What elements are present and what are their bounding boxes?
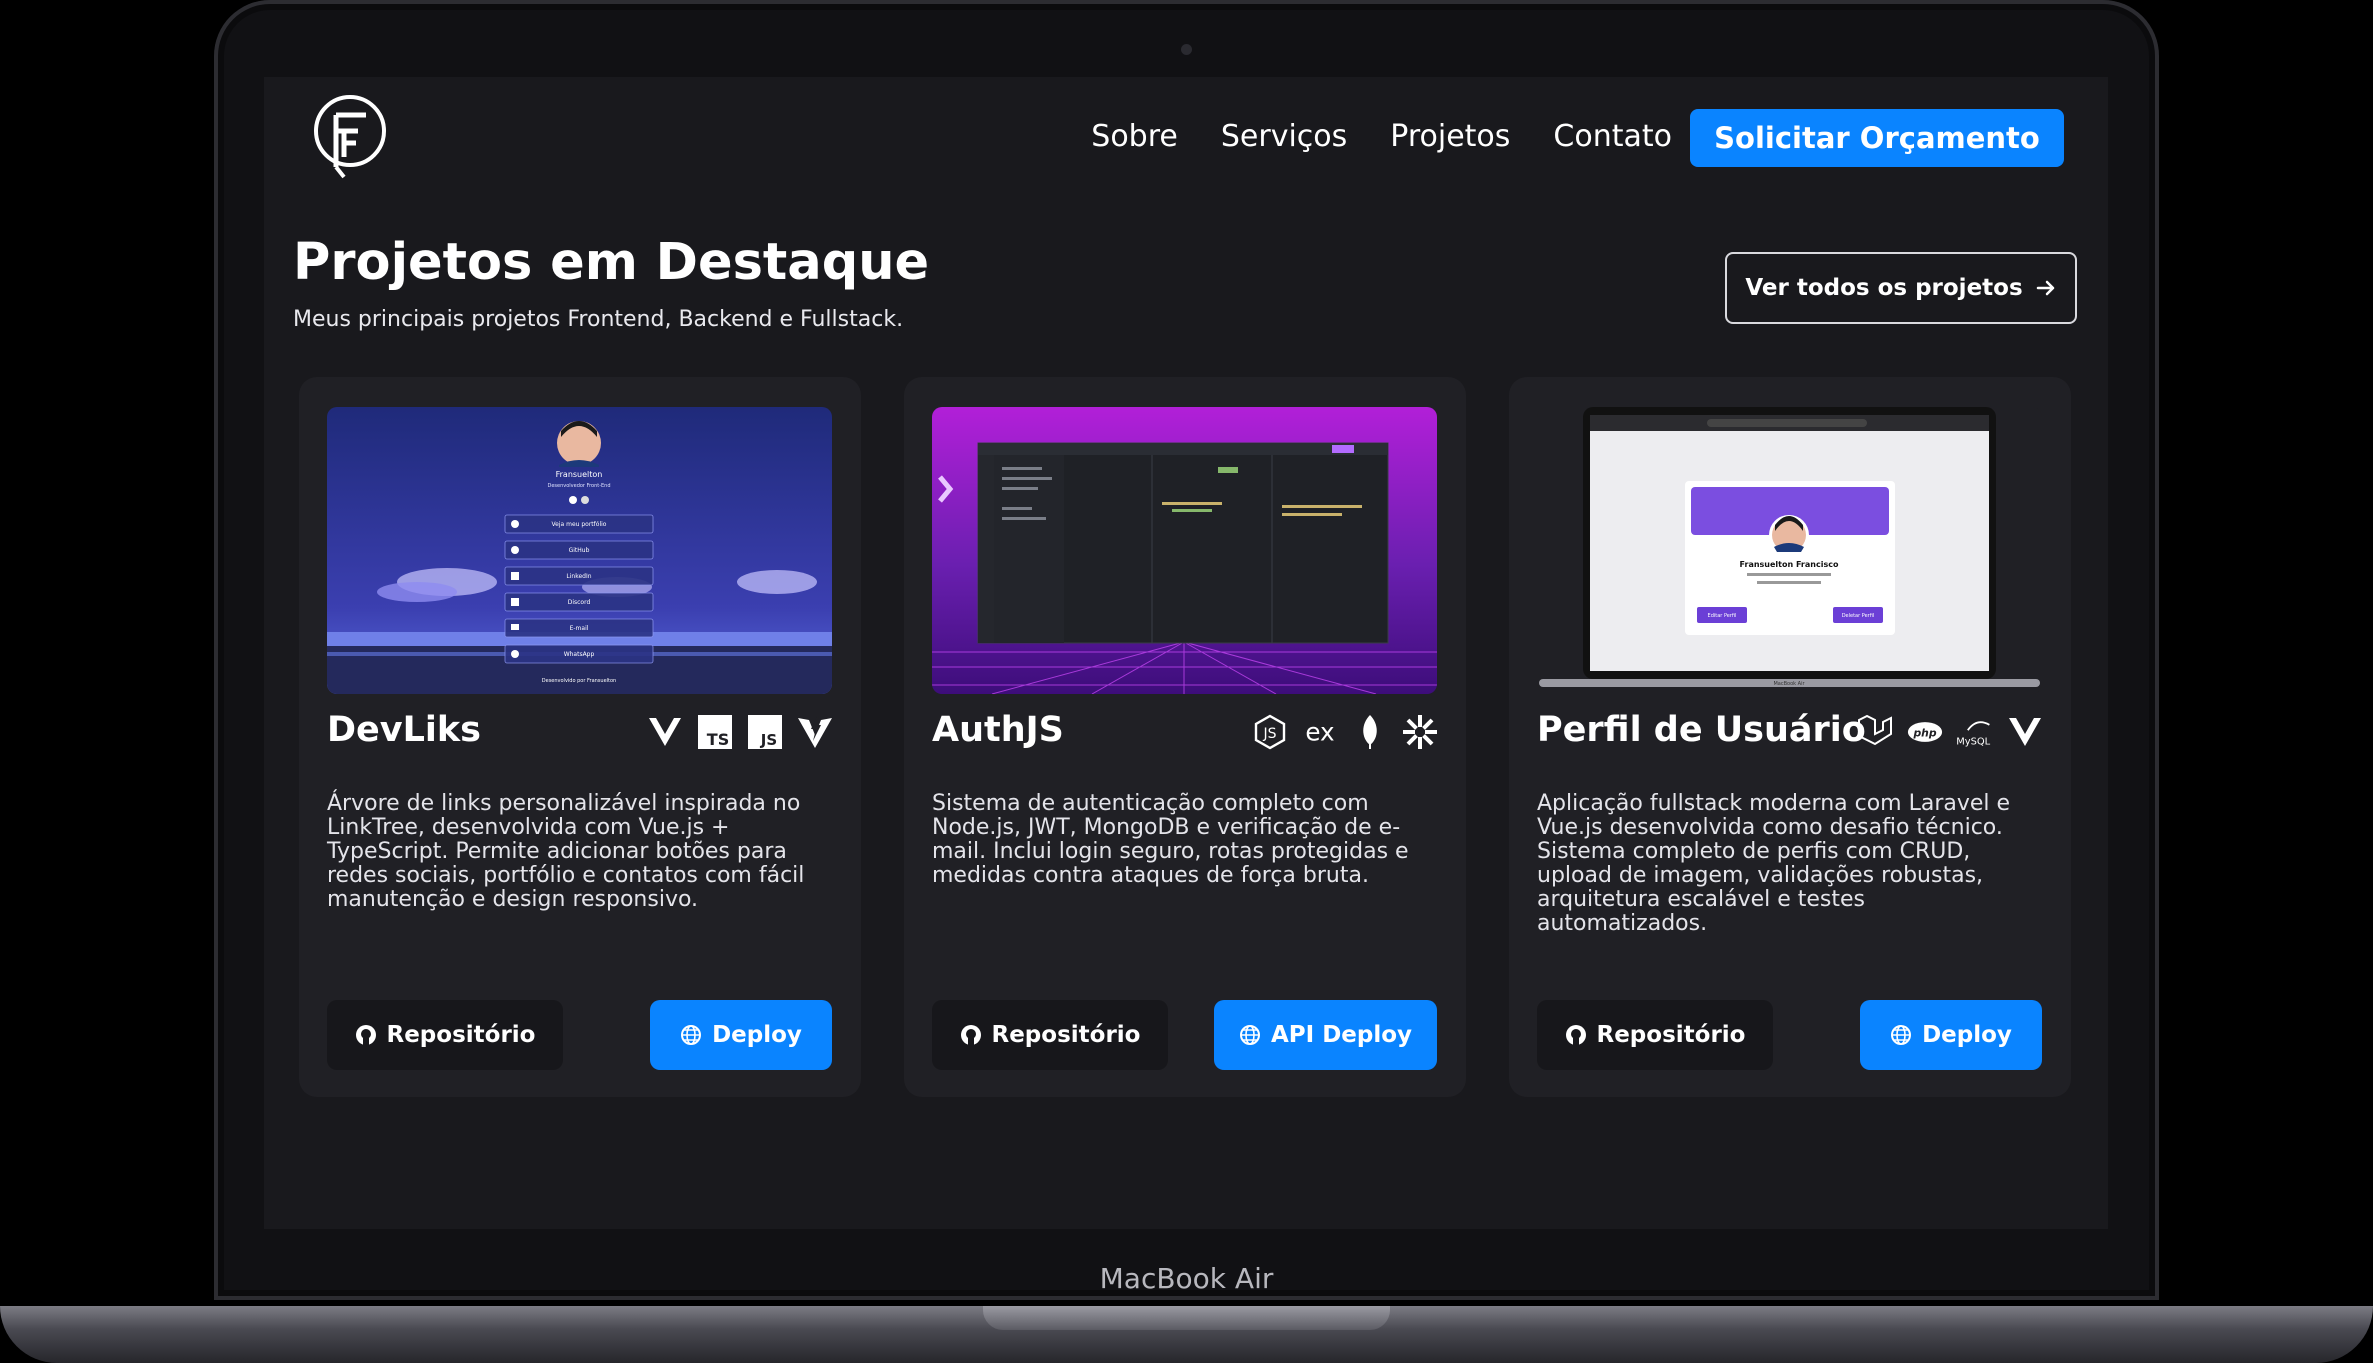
- svg-text:Fransuelton: Fransuelton: [556, 470, 603, 479]
- svg-text:Veja meu portfólio: Veja meu portfólio: [552, 521, 607, 528]
- project-description: Aplicação fullstack moderna com Laravel …: [1537, 791, 2011, 936]
- github-icon: [355, 1025, 376, 1045]
- globe-icon: [681, 1025, 702, 1045]
- tech-stack: JS ex: [1252, 714, 1438, 750]
- svg-text:TS: TS: [707, 730, 729, 749]
- svg-text:Fransuelton Francisco: Fransuelton Francisco: [1740, 560, 1839, 569]
- repository-button[interactable]: Repositório: [932, 1000, 1168, 1070]
- php-icon: php: [1907, 714, 1943, 750]
- svg-text:ex: ex: [1305, 718, 1334, 747]
- svg-text:Deletar Perfil: Deletar Perfil: [1842, 613, 1875, 619]
- tech-stack: TS JS: [647, 714, 833, 750]
- deploy-label: API Deploy: [1270, 1022, 1413, 1048]
- project-description: Árvore de links personalizável inspirada…: [327, 791, 805, 912]
- project-card-devliks: Fransuelton Desenvolvedor Front-End Veja…: [299, 377, 861, 1097]
- logo-icon[interactable]: [312, 93, 392, 181]
- svg-text:JS: JS: [1262, 726, 1276, 742]
- project-title: Perfil de Usuário: [1537, 710, 1866, 750]
- laravel-icon: [1857, 714, 1893, 750]
- see-all-label: Ver todos os projetos: [1745, 275, 2023, 301]
- jwt-icon: [1402, 714, 1438, 750]
- project-card-perfil-usuario: MacBook Air Fransuelton Francisco Editar…: [1509, 377, 2071, 1097]
- vue-icon: [647, 714, 683, 750]
- repository-label: Repositório: [991, 1022, 1141, 1048]
- svg-text:Discord: Discord: [568, 599, 591, 606]
- svg-text:MacBook Air: MacBook Air: [1773, 681, 1805, 687]
- javascript-icon: JS: [747, 714, 783, 750]
- express-icon: ex: [1302, 714, 1338, 750]
- repository-label: Repositório: [1596, 1022, 1746, 1048]
- globe-icon: [1239, 1025, 1260, 1045]
- api-deploy-button[interactable]: API Deploy: [1214, 1000, 1437, 1070]
- project-preview-devliks[interactable]: Fransuelton Desenvolvedor Front-End Veja…: [327, 407, 832, 694]
- deploy-button[interactable]: Deploy: [650, 1000, 832, 1070]
- svg-text:WhatsApp: WhatsApp: [564, 651, 595, 658]
- nav-contato[interactable]: Contato: [1553, 119, 1672, 154]
- section-subtitle: Meus principais projetos Frontend, Backe…: [293, 307, 904, 332]
- project-preview-authjs[interactable]: [932, 407, 1437, 694]
- svg-text:MySQL: MySQL: [1957, 737, 1991, 748]
- svg-text:GitHub: GitHub: [569, 547, 590, 554]
- svg-text:php: php: [1912, 727, 1936, 740]
- repository-button[interactable]: Repositório: [1537, 1000, 1773, 1070]
- svg-text:Desenvolvedor Front-End: Desenvolvedor Front-End: [547, 483, 610, 489]
- svg-text:E-mail: E-mail: [570, 625, 589, 632]
- svg-text:Editar Perfil: Editar Perfil: [1708, 613, 1737, 619]
- nav-projetos[interactable]: Projetos: [1390, 119, 1510, 154]
- svg-text:LinkedIn: LinkedIn: [566, 573, 591, 580]
- laptop-notch: [983, 1306, 1390, 1330]
- project-title: AuthJS: [932, 710, 1064, 750]
- github-icon: [1565, 1025, 1586, 1045]
- project-description: Sistema de autenticação completo com Nod…: [932, 791, 1409, 888]
- tech-stack: php MySQL: [1857, 714, 2043, 750]
- device-label: MacBook Air: [1099, 1262, 1274, 1295]
- repository-label: Repositório: [386, 1022, 536, 1048]
- deploy-label: Deploy: [1922, 1022, 2012, 1048]
- camera: [1181, 44, 1192, 55]
- github-icon: [960, 1025, 981, 1045]
- vite-icon: [797, 714, 833, 750]
- globe-icon: [1891, 1025, 1912, 1045]
- screen: Sobre Serviços Projetos Contato Solicita…: [264, 77, 2108, 1229]
- mongodb-icon: [1352, 714, 1388, 750]
- main-nav: Sobre Serviços Projetos Contato: [1091, 119, 1672, 154]
- deploy-button[interactable]: Deploy: [1860, 1000, 2042, 1070]
- arrow-right-icon: [2036, 280, 2054, 296]
- project-title: DevLiks: [327, 710, 482, 750]
- section-title: Projetos em Destaque: [293, 233, 930, 292]
- nav-servicos[interactable]: Serviços: [1221, 119, 1347, 154]
- project-preview-perfil-usuario[interactable]: MacBook Air Fransuelton Francisco Editar…: [1537, 407, 2042, 694]
- svg-text:Desenvolvido por Fransuelton: Desenvolvido por Fransuelton: [542, 678, 616, 684]
- mysql-icon: MySQL: [1957, 714, 1993, 750]
- request-quote-button[interactable]: Solicitar Orçamento: [1690, 109, 2064, 167]
- project-card-authjs: AuthJS JS ex Sistema de autenticação com…: [904, 377, 1466, 1097]
- vue-icon: [2007, 714, 2043, 750]
- deploy-label: Deploy: [712, 1022, 802, 1048]
- repository-button[interactable]: Repositório: [327, 1000, 563, 1070]
- see-all-projects-button[interactable]: Ver todos os projetos: [1725, 252, 2077, 324]
- svg-text:JS: JS: [760, 731, 777, 749]
- nodejs-icon: JS: [1252, 714, 1288, 750]
- typescript-icon: TS: [697, 714, 733, 750]
- nav-sobre[interactable]: Sobre: [1091, 119, 1178, 154]
